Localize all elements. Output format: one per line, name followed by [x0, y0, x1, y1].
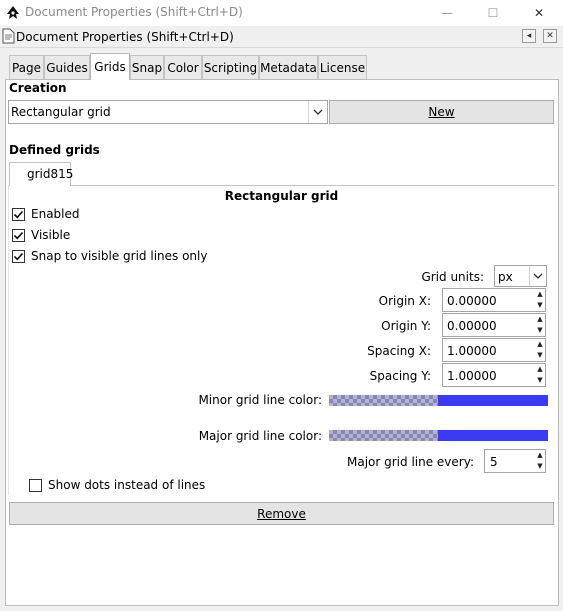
checkmark-icon	[13, 252, 24, 261]
visible-checkbox[interactable]	[12, 229, 25, 242]
grid-type-value: Rectangular grid	[11, 105, 111, 119]
spin-up-icon[interactable]: ▲	[535, 450, 545, 460]
dock-iconify-button[interactable]: ◂	[522, 29, 536, 43]
origin-y-value: 0.00000	[447, 319, 497, 333]
major-every-label: Major grid line every:	[347, 455, 474, 469]
close-icon: ✕	[546, 31, 554, 41]
chevron-down-icon[interactable]	[529, 266, 546, 286]
tab-label: Guides	[46, 60, 88, 75]
grid-tab-label: grid815	[27, 167, 74, 181]
new-grid-button[interactable]: New	[329, 100, 554, 124]
show-dots-label[interactable]: Show dots instead of lines	[48, 478, 205, 492]
tab-scripting[interactable]: Scripting	[202, 55, 259, 79]
tab-label: Page	[11, 60, 42, 75]
enabled-label[interactable]: Enabled	[31, 207, 80, 221]
creation-heading: Creation	[9, 81, 67, 95]
tab-label: License	[319, 60, 366, 75]
spacing-x-label: Spacing X:	[367, 344, 431, 358]
maximize-button[interactable]: ☐	[470, 0, 516, 26]
tab-label: Scripting	[203, 60, 258, 75]
spin-down-icon[interactable]: ▼	[535, 461, 545, 471]
major-every-value: 5	[490, 455, 498, 469]
spin-down-icon[interactable]: ▼	[535, 350, 545, 360]
minor-color-label: Minor grid line color:	[198, 393, 322, 407]
document-icon	[2, 28, 15, 44]
tab-grids[interactable]: Grids	[90, 53, 130, 80]
tab-guides[interactable]: Guides	[44, 55, 90, 79]
snap-visible-checkbox[interactable]	[12, 250, 25, 263]
tab-license[interactable]: License	[318, 55, 367, 79]
checkmark-icon	[13, 231, 24, 240]
new-grid-button-label: New	[428, 105, 455, 119]
major-color-button[interactable]	[329, 430, 548, 441]
color-alpha-swatch	[329, 395, 438, 406]
maximize-icon: ☐	[487, 6, 499, 20]
remove-grid-button[interactable]: Remove	[9, 502, 554, 525]
tab-color[interactable]: Color	[164, 55, 202, 79]
tab-label: Snap	[131, 60, 163, 75]
tab-snap[interactable]: Snap	[130, 55, 164, 79]
minor-color-button[interactable]	[329, 395, 548, 406]
spin-down-icon[interactable]: ▼	[535, 375, 545, 385]
grid-units-label: Grid units:	[421, 270, 484, 284]
snap-visible-label[interactable]: Snap to visible grid lines only	[31, 249, 207, 263]
remove-button-label: Remove	[257, 506, 306, 521]
spacing-y-label: Spacing Y:	[369, 369, 431, 383]
spacing-y-value: 1.00000	[447, 369, 497, 383]
spin-up-icon[interactable]: ▲	[535, 314, 545, 324]
dock-title: Document Properties (Shift+Ctrl+D)	[16, 30, 234, 44]
checkmark-icon	[13, 210, 24, 219]
grid-units-value: px	[498, 270, 513, 284]
tab-label: Metadata	[260, 60, 317, 75]
origin-y-label: Origin Y:	[381, 319, 431, 333]
visible-label[interactable]: Visible	[31, 228, 70, 242]
window-title: Document Properties (Shift+Ctrl+D)	[25, 5, 243, 19]
defined-grids-heading: Defined grids	[9, 143, 100, 157]
origin-x-label: Origin X:	[378, 294, 431, 308]
spin-up-icon[interactable]: ▲	[535, 339, 545, 349]
spin-up-icon[interactable]: ▲	[535, 364, 545, 374]
grid-type-title: Rectangular grid	[224, 189, 339, 203]
dock-close-button[interactable]: ✕	[543, 29, 557, 43]
show-dots-checkbox[interactable]	[29, 479, 42, 492]
color-solid-swatch	[438, 395, 548, 406]
close-window-button[interactable]: ✕	[516, 0, 562, 26]
color-alpha-swatch	[329, 430, 438, 441]
close-icon: ✕	[533, 6, 545, 20]
spin-down-icon[interactable]: ▼	[535, 300, 545, 310]
tab-metadata[interactable]: Metadata	[259, 55, 318, 79]
inkscape-app-icon	[7, 6, 19, 19]
spin-down-icon[interactable]: ▼	[535, 325, 545, 335]
tab-label: Color	[167, 60, 199, 75]
minimize-button[interactable]: —	[424, 0, 470, 26]
minimize-icon: —	[441, 6, 453, 20]
tab-page[interactable]: Page	[9, 55, 44, 79]
enabled-checkbox[interactable]	[12, 208, 25, 221]
tab-label: Grids	[94, 60, 126, 74]
major-color-label: Major grid line color:	[198, 429, 322, 443]
spin-up-icon[interactable]: ▲	[535, 289, 545, 299]
spacing-x-value: 1.00000	[447, 344, 497, 358]
color-solid-swatch	[438, 430, 548, 441]
chevron-down-icon[interactable]	[308, 101, 327, 123]
iconify-icon: ◂	[526, 31, 532, 41]
origin-x-value: 0.00000	[447, 294, 497, 308]
